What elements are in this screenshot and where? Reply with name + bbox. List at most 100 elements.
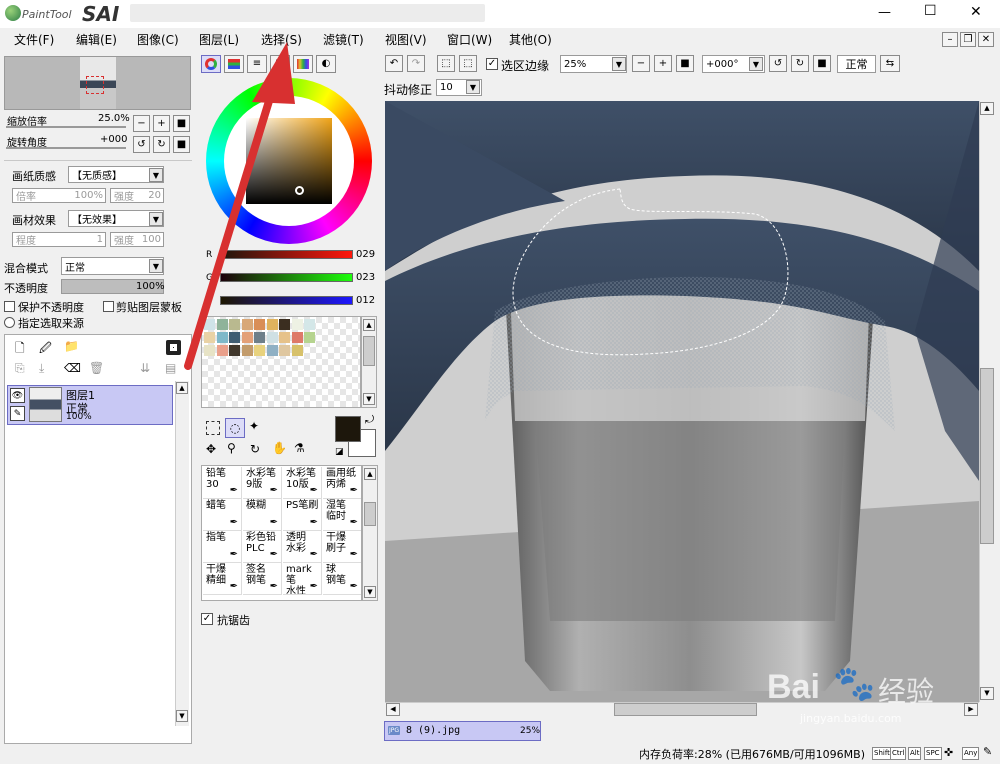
- scroll-up-icon[interactable]: ▲: [980, 102, 994, 115]
- undo-button[interactable]: ↶: [385, 55, 403, 72]
- brush-preset[interactable]: 指笔 ✒: [203, 531, 242, 563]
- color-swatch[interactable]: [216, 345, 228, 356]
- color-wheel-tab[interactable]: [201, 55, 221, 73]
- canvas[interactable]: [385, 101, 979, 702]
- color-swatch[interactable]: [241, 332, 253, 343]
- color-swatch[interactable]: [279, 345, 290, 356]
- color-swatch[interactable]: [291, 332, 303, 343]
- g-slider[interactable]: [220, 273, 353, 282]
- scroll-down-icon[interactable]: ▼: [364, 586, 376, 598]
- scroll-right-icon[interactable]: ▶: [964, 703, 978, 716]
- menu-select[interactable]: 选择(S): [261, 31, 302, 48]
- new-layer-icon[interactable]: 🗋: [15, 339, 25, 360]
- zoom-reset-button[interactable]: ■: [173, 115, 190, 132]
- scroll-thumb[interactable]: [363, 336, 375, 366]
- brush-preset[interactable]: 模糊 ✒: [243, 499, 282, 531]
- brush-lock-icon[interactable]: ✎: [10, 406, 25, 421]
- brush-preset[interactable]: 铅笔 30 ✒: [203, 467, 242, 499]
- brush-preset[interactable]: 水彩笔 9版 ✒: [243, 467, 282, 499]
- layer-mask-icon[interactable]: [166, 340, 181, 355]
- chevron-down-icon[interactable]: ▼: [466, 80, 480, 94]
- b-slider[interactable]: [220, 296, 353, 305]
- brush-preset[interactable]: 蜡笔 ✒: [203, 499, 242, 531]
- brush-preset[interactable]: 彩色铅 PLC ✒: [243, 531, 282, 563]
- swatches-tab[interactable]: ▦: [270, 55, 290, 73]
- brush-preset[interactable]: 透明 水彩 ✒: [283, 531, 322, 563]
- rotate-icon[interactable]: ↻: [250, 442, 260, 456]
- brush-preset[interactable]: mark笔 水性 ✒: [283, 563, 322, 595]
- color-swatch[interactable]: [216, 319, 228, 330]
- clear-layer-icon[interactable]: ⌫: [64, 361, 81, 375]
- brush-preset[interactable]: 球钢笔 ✒: [323, 563, 361, 595]
- mdi-minimize-button[interactable]: –: [942, 32, 958, 47]
- menu-window[interactable]: 窗口(W): [447, 31, 492, 48]
- canvas-vscroll-thumb[interactable]: [980, 368, 994, 544]
- chevron-down-icon[interactable]: ▼: [149, 168, 163, 182]
- brush-preset[interactable]: 干爆 刷子 ✒: [323, 531, 361, 563]
- minimize-button[interactable]: —: [878, 5, 891, 20]
- color-swatch[interactable]: [241, 345, 253, 356]
- saturation-value-square[interactable]: [246, 118, 332, 204]
- menu-edit[interactable]: 编辑(E): [76, 31, 117, 48]
- scroll-down-icon[interactable]: ▼: [980, 687, 994, 700]
- deselect-button[interactable]: ⬚: [437, 55, 455, 72]
- antialias-checkbox[interactable]: ✓: [201, 613, 213, 625]
- scroll-up-icon[interactable]: ▲: [363, 319, 375, 331]
- clip-mask-checkbox[interactable]: [103, 301, 114, 312]
- maximize-button[interactable]: ☐: [924, 3, 937, 19]
- chevron-down-icon[interactable]: ▼: [612, 57, 626, 71]
- scroll-down-icon[interactable]: ▼: [363, 393, 375, 405]
- chevron-down-icon[interactable]: ▼: [149, 259, 163, 273]
- color-swatch[interactable]: [216, 332, 228, 343]
- mdi-close-button[interactable]: ✕: [978, 32, 994, 47]
- rotate-cw-button[interactable]: ↻: [153, 136, 170, 153]
- rotate-reset-button[interactable]: ■: [173, 136, 190, 153]
- scroll-down-icon[interactable]: ▼: [176, 710, 188, 722]
- rect-select-icon[interactable]: [206, 421, 220, 435]
- brush-preset[interactable]: 签名 钢笔 ✒: [243, 563, 282, 595]
- color-swatch[interactable]: [266, 319, 278, 330]
- move-icon[interactable]: ✥: [206, 442, 216, 456]
- rotate-ccw-button[interactable]: ↺: [769, 55, 787, 72]
- canvas-hscroll-thumb[interactable]: [614, 703, 757, 716]
- brush-preset[interactable]: PS笔刷 ✒: [283, 499, 322, 531]
- protect-opacity-checkbox[interactable]: [4, 301, 15, 312]
- brush-preset[interactable]: 水彩笔 10版 ✒: [283, 467, 322, 499]
- scroll-left-icon[interactable]: ◀: [386, 703, 400, 716]
- color-swatch[interactable]: [291, 345, 303, 356]
- rotate-ccw-button[interactable]: ↺: [133, 136, 150, 153]
- color-swatch[interactable]: [204, 345, 215, 356]
- new-folder-icon[interactable]: 📁: [64, 339, 79, 353]
- zoom-reset-button[interactable]: ■: [676, 55, 694, 72]
- hsv-slider-tab[interactable]: ≡: [247, 55, 267, 73]
- color-swatch[interactable]: [204, 319, 215, 330]
- color-swatch[interactable]: [229, 332, 240, 343]
- color-swatch[interactable]: [241, 319, 253, 330]
- color-swatch[interactable]: [279, 319, 290, 330]
- layer-scrollbar[interactable]: [175, 381, 189, 726]
- default-colors-icon[interactable]: ◪: [335, 447, 344, 457]
- scroll-thumb[interactable]: [364, 502, 376, 526]
- magic-wand-icon[interactable]: ✦: [249, 419, 259, 433]
- primary-color[interactable]: [335, 416, 361, 442]
- rotate-reset-button[interactable]: ■: [813, 55, 831, 72]
- chevron-down-icon[interactable]: ▼: [749, 57, 763, 71]
- lasso-icon[interactable]: ◌: [225, 418, 245, 438]
- zoom-in-button[interactable]: +: [654, 55, 672, 72]
- brush-preset[interactable]: 干爆 精细 ✒: [203, 563, 242, 595]
- canvas-mode-select[interactable]: 正常: [837, 55, 876, 73]
- color-swatch[interactable]: [304, 332, 315, 343]
- new-vector-layer-icon[interactable]: 🖉: [39, 339, 52, 360]
- swap-colors-icon[interactable]: ⤾: [365, 413, 374, 427]
- rotate-cw-button[interactable]: ↻: [791, 55, 809, 72]
- eyedropper-icon[interactable]: ⚗: [294, 441, 305, 455]
- zoom-out-button[interactable]: −: [632, 55, 650, 72]
- close-button[interactable]: ✕: [970, 4, 982, 20]
- color-swatch[interactable]: [291, 319, 303, 330]
- zoom-icon[interactable]: ⚲: [227, 441, 236, 455]
- eye-icon[interactable]: 👁: [10, 388, 25, 403]
- brush-preset[interactable]: 湿笔 临时 ✒: [323, 499, 361, 531]
- mdi-restore-button[interactable]: ❐: [960, 32, 976, 47]
- selection-source-radio[interactable]: [4, 317, 15, 328]
- color-swatch[interactable]: [279, 332, 290, 343]
